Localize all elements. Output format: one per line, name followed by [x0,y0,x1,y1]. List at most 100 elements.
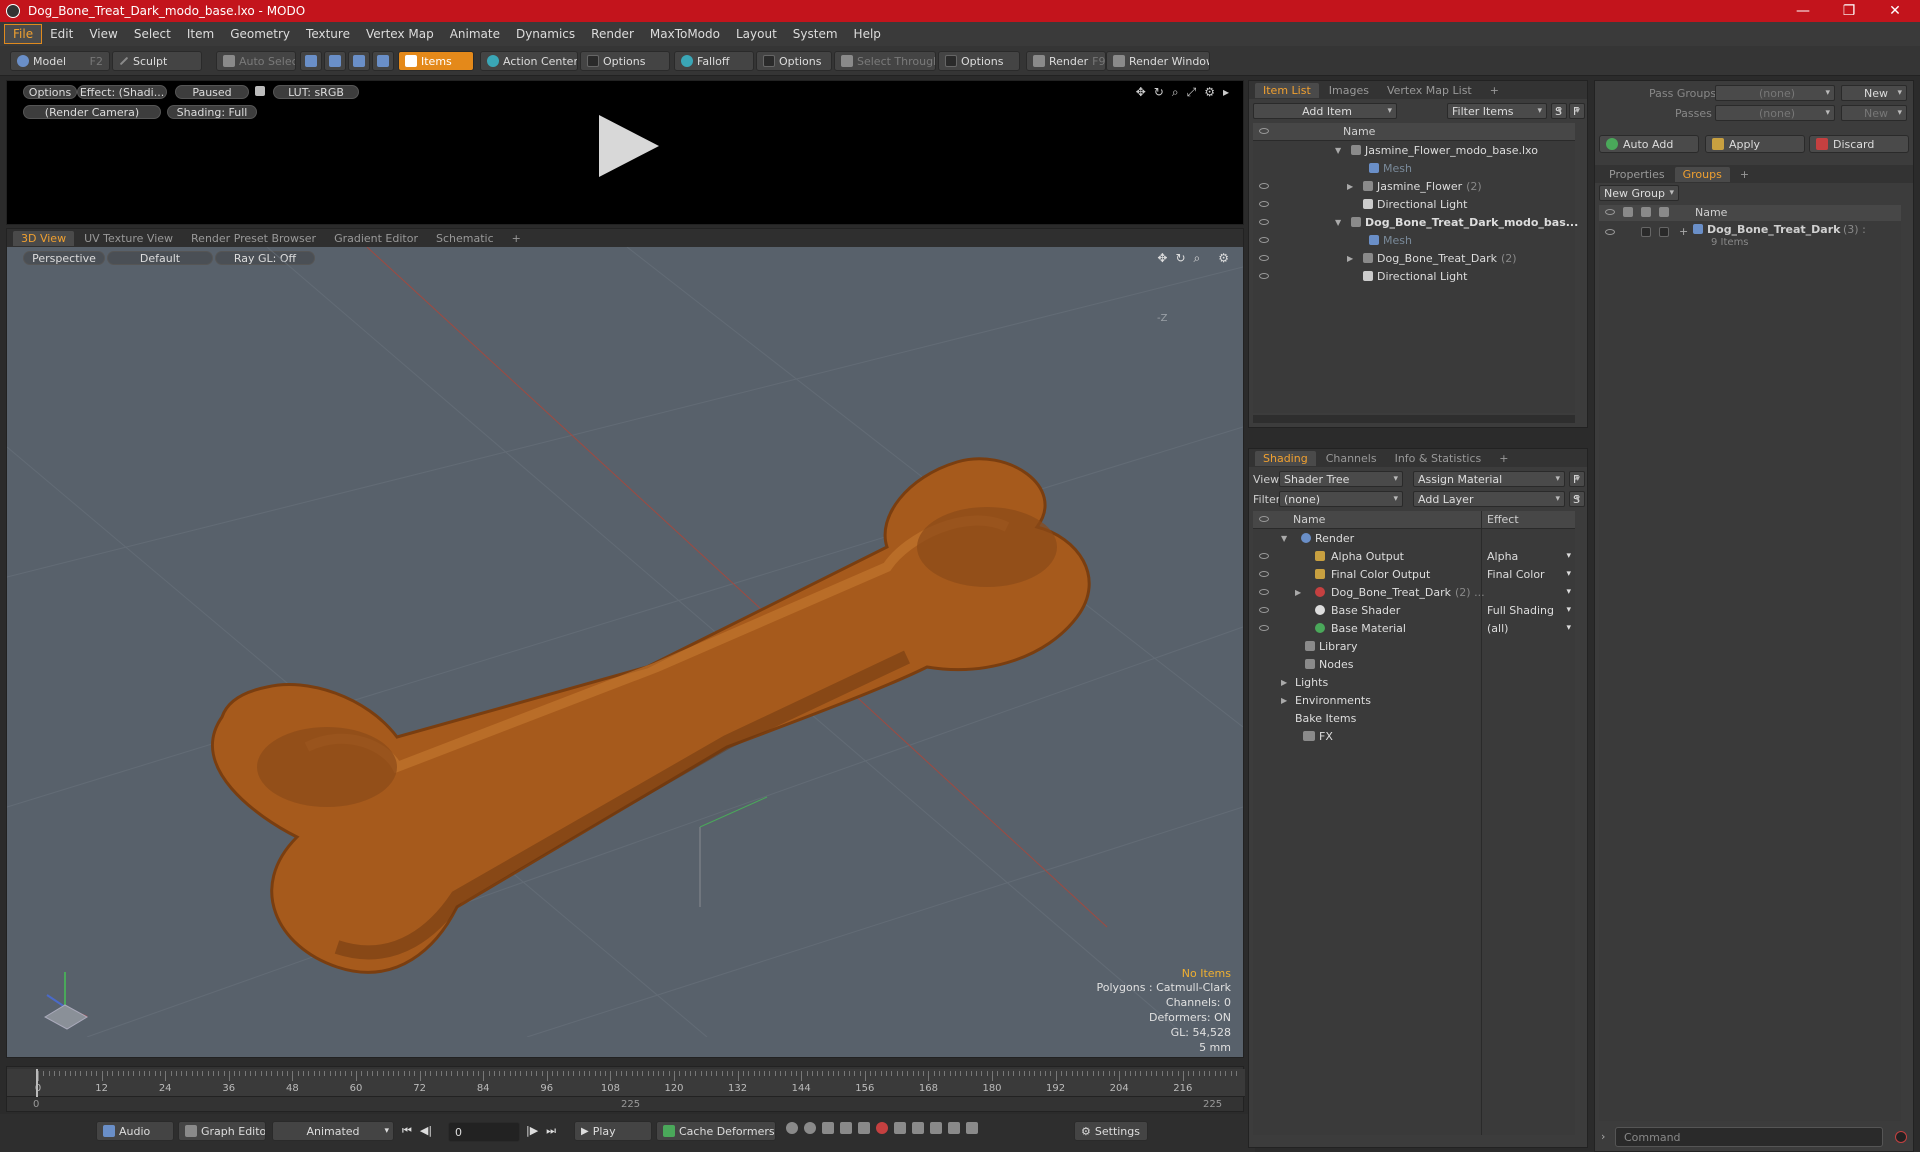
shading-f-button[interactable]: F [1569,471,1585,487]
menu-geometry[interactable]: Geometry [222,25,298,43]
select-checkbox[interactable] [1659,227,1669,237]
eye-icon[interactable] [1259,571,1269,577]
menu-layout[interactable]: Layout [728,25,785,43]
add-item-dropdown[interactable]: Add Item [1253,103,1397,119]
menu-dynamics[interactable]: Dynamics [508,25,583,43]
expand-plus-icon[interactable]: + [1679,225,1688,238]
timeline[interactable]: 0 12 24 36 48 60 72 84 96 108 120 132 144 156 168 180 19… [6,1066,1245,1112]
list-item[interactable]: Directional Light [1253,267,1575,285]
new-pass-button[interactable]: New [1841,105,1907,121]
step-forward-icon[interactable]: |▶ [526,1124,538,1138]
tab-shading[interactable]: Shading [1255,450,1316,466]
tab-uv-texture-view[interactable]: UV Texture View [76,231,181,246]
list-item[interactable]: Mesh [1253,231,1575,249]
eye-icon[interactable] [1259,237,1269,243]
add-tab-icon[interactable]: + [1482,83,1507,98]
discard-button[interactable]: Discard [1809,135,1909,153]
tab-vertex-map-list[interactable]: Vertex Map List [1379,83,1480,98]
render-button[interactable]: Render F9 [1026,51,1106,71]
command-history-icon[interactable] [1895,1131,1907,1143]
shader-tree-row[interactable]: ▶ Lights [1253,673,1575,691]
tab-3d-view[interactable]: 3D View [13,230,75,246]
list-item[interactable]: ▼ Dog_Bone_Treat_Dark_modo_bas... [1253,213,1578,231]
assign-material-button[interactable]: Assign Material [1413,471,1565,487]
preview-lut-dropdown[interactable]: LUT: sRGB [273,85,359,99]
eye-icon[interactable] [1259,625,1269,631]
group-row[interactable]: + Dog_Bone_Treat_Dark (3) : 9 Items [1599,221,1901,251]
timeline-ruler[interactable]: 0 12 24 36 48 60 72 84 96 108 120 132 144 156 168 180 19… [7,1069,1245,1097]
shader-tree-row[interactable]: Alpha Output Alpha ▾ [1253,547,1575,565]
key-mode-icon[interactable] [840,1122,852,1134]
list-item[interactable]: ▼ Jasmine_Flower_modo_base.lxo [1253,141,1575,159]
step-back-icon[interactable]: ◀| [420,1124,432,1138]
chevron-down-icon[interactable]: ▾ [1566,623,1571,633]
loop-icon[interactable] [948,1122,960,1134]
chevron-down-icon[interactable]: ▾ [1566,551,1571,561]
list-item[interactable]: ▶ Jasmine_Flower (2) [1253,177,1575,195]
chevron-down-icon[interactable]: ▾ [1566,569,1571,579]
falloff-button[interactable]: Falloff [674,51,754,71]
key-tool-icon[interactable] [786,1122,798,1134]
select-through-button[interactable]: Select Through [834,51,936,71]
items-mode-button[interactable]: Items [398,51,474,71]
shader-tree-row[interactable]: Base Shader Full Shading ▾ [1253,601,1575,619]
cache-deformers-button[interactable]: Cache Deformers [656,1121,776,1141]
menu-file[interactable]: File [4,24,43,44]
view-shader-tree-dropdown[interactable]: Shader Tree [1279,471,1403,487]
chevron-down-icon[interactable]: ▾ [1566,605,1571,615]
tab-images[interactable]: Images [1321,83,1377,98]
tab-info-statistics[interactable]: Info & Statistics [1387,451,1490,466]
bounce-icon[interactable] [966,1122,978,1134]
expand-arrow-icon[interactable]: ▸ [1223,85,1229,100]
preview-shading-dropdown[interactable]: Shading: Full [167,105,257,119]
eye-icon[interactable] [1259,607,1269,613]
select-through-options-button[interactable]: Options [938,51,1020,71]
menu-texture[interactable]: Texture [298,25,358,43]
shader-tree-row[interactable]: Nodes [1253,655,1575,673]
add-tab-icon[interactable]: + [1732,167,1757,182]
next-key-icon[interactable] [912,1122,924,1134]
list-item[interactable]: Directional Light [1253,195,1575,213]
shader-tree-row[interactable]: Bake Items [1253,709,1575,727]
key-tool-icon[interactable] [804,1122,816,1134]
prev-key-icon[interactable] [822,1122,834,1134]
render-window-button[interactable]: Render Window [1106,51,1210,71]
passes-dropdown[interactable]: (none) [1715,105,1835,121]
menu-render[interactable]: Render [583,25,642,43]
menu-edit[interactable]: Edit [42,25,81,43]
eye-icon[interactable] [1259,219,1269,225]
preview-paused-button[interactable]: Paused [175,85,249,99]
settings-button[interactable]: ⚙ Settings [1074,1121,1148,1141]
polygons-mode-button[interactable] [348,51,370,71]
name-column-header[interactable]: Name [1343,125,1375,138]
shader-tree-row[interactable]: ▶ Environments [1253,691,1575,709]
skip-to-end-icon[interactable]: ⏭ [546,1124,556,1138]
list-item[interactable]: ▶ Dog_Bone_Treat_Dark (2) [1253,249,1575,267]
model-mode-button[interactable]: Model F2 [10,51,110,71]
name-column-header[interactable]: Name [1695,206,1727,219]
chevron-down-icon[interactable]: ▾ [1566,587,1571,597]
preview-options-button[interactable]: Options [23,85,77,99]
filter-dropdown[interactable]: (none) [1279,491,1403,507]
falloff-options-button[interactable]: Options [756,51,832,71]
tab-properties[interactable]: Properties [1601,167,1673,182]
audio-button[interactable]: Audio [96,1121,174,1141]
zoom-icon[interactable]: ⌕ [1172,85,1179,100]
tab-channels[interactable]: Channels [1318,451,1385,466]
minimize-button[interactable]: — [1780,0,1826,22]
key-check-icon[interactable] [858,1122,870,1134]
shader-tree-row[interactable]: ▼ Render [1253,529,1575,547]
tab-schematic[interactable]: Schematic [428,231,502,246]
eye-icon[interactable] [1259,201,1269,207]
horizontal-scrollbar[interactable] [1253,415,1575,423]
play-button[interactable]: ▶ Play [574,1121,652,1141]
action-center-button[interactable]: Action Center [480,51,578,71]
auto-key-icon[interactable] [894,1122,906,1134]
menu-view[interactable]: View [81,25,125,43]
list-item[interactable]: Mesh [1253,159,1575,177]
eye-icon[interactable] [1259,255,1269,261]
move-icon[interactable]: ✥ [1136,85,1146,100]
shader-tree-row[interactable]: Final Color Output Final Color ▾ [1253,565,1575,583]
action-center-options-button[interactable]: Options [580,51,670,71]
shader-tree-row[interactable]: ▶ Dog_Bone_Treat_Dark (2) ... ▾ [1253,583,1575,601]
